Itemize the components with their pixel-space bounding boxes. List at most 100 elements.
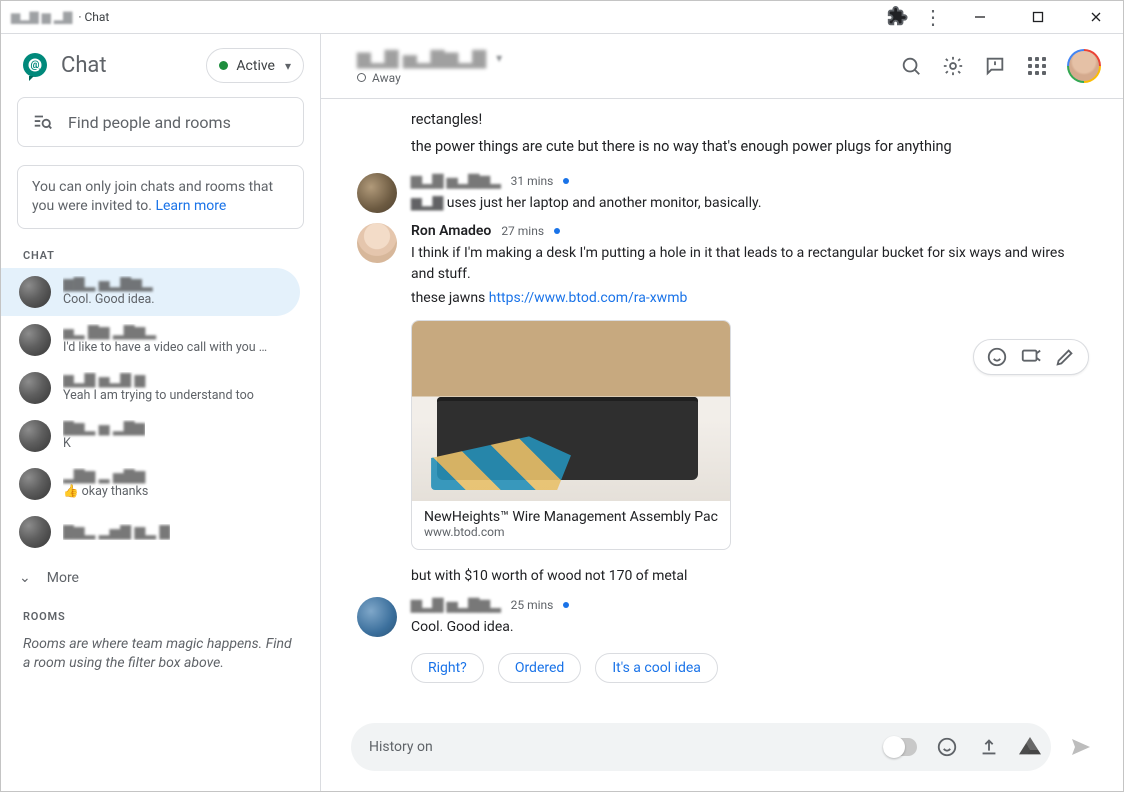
chat-list-item[interactable]: ▆▂▇ ▅▂▇ ▆ Yeah I am trying to understand… (1, 364, 320, 412)
presence-status[interactable]: Active ▾ (206, 48, 304, 83)
chat-item-name-blurred: ▇▆▂ ▂▅▇ ▆▂ ▇ (63, 524, 170, 540)
avatar (19, 468, 51, 500)
title-name-blurred: ▆▂▇ ▆ ▂▇ (11, 10, 72, 24)
chat-item-name-blurred: ▅▂ ▇▆ ▂▇▆▂ (63, 324, 273, 340)
away-ring-icon (357, 73, 366, 82)
kebab-icon[interactable]: ⋮ (921, 5, 945, 29)
avatar (19, 324, 51, 356)
name-blurred: ▆▂▇ (411, 195, 443, 211)
rooms-info: Rooms are where team magic happens. Find… (1, 629, 320, 683)
message-author-blurred: ▆▂▇ ▅▂▇▆▂ (411, 173, 501, 189)
history-toggle[interactable]: 🕑 (883, 738, 917, 756)
link-preview-title: NewHeights™ Wire Management Assembly Pac… (424, 509, 718, 525)
chat-item-name-blurred: ▆▇▂ ▅▂▇▆▂ (63, 276, 155, 292)
feedback-icon[interactable] (983, 54, 1007, 78)
maximize-button[interactable] (1015, 1, 1061, 34)
chat-item-name-blurred: ▂▇▆ ▂ ▅▇▆ (63, 468, 148, 484)
search-list-icon (32, 111, 54, 133)
status-dot-icon (219, 61, 228, 70)
status-label: Active (236, 58, 275, 74)
message-row: Ron Amadeo 27 mins I think if I'm making… (357, 223, 1089, 586)
main-pane: ▆▂▇ ▅▂▇▆▂▇ ▾ Away (321, 34, 1123, 791)
smart-reply-chip[interactable]: Ordered (498, 653, 582, 683)
avatar (357, 223, 397, 263)
title-suffix: · Chat (78, 10, 109, 24)
chevron-down-icon: ⌄ (19, 570, 31, 586)
unread-dot-icon (563, 602, 569, 608)
message-author: Ron Amadeo (411, 223, 491, 239)
section-label-rooms: ROOMS (1, 600, 320, 629)
app-title: Chat (61, 53, 107, 78)
message-text: these jawns https://www.btod.com/ra-xwmb (411, 288, 1089, 308)
send-icon[interactable] (1069, 735, 1093, 759)
chat-item-preview: Cool. Good idea. (63, 292, 155, 307)
chat-list-item[interactable]: ▆▇▂ ▅▂▇▆▂ Cool. Good idea. (1, 268, 300, 316)
message-hover-actions (973, 339, 1089, 375)
conversation-header: ▆▂▇ ▅▂▇▆▂▇ ▾ Away (321, 34, 1123, 99)
chat-item-preview: K (63, 436, 145, 451)
clock-icon: 🕑 (886, 739, 900, 752)
chat-item-preview: 👍 okay thanks (63, 484, 148, 499)
message-link[interactable]: https://www.btod.com/ra-xwmb (489, 290, 688, 306)
message-text: but with $10 worth of wood not 170 of me… (411, 566, 1089, 586)
close-button[interactable] (1073, 1, 1119, 34)
chat-list-item[interactable]: ▂▇▆ ▂ ▅▇▆ 👍 okay thanks (1, 460, 320, 508)
invite-notice: You can only join chats and rooms that y… (17, 165, 304, 229)
message-time: 31 mins (511, 174, 554, 188)
chat-list-item[interactable]: ▇▆▂ ▅ ▂▇▆ K (1, 412, 320, 460)
search-icon[interactable] (899, 54, 923, 78)
chevron-down-icon[interactable]: ▾ (496, 51, 502, 65)
section-label-chat: CHAT (1, 239, 320, 268)
window: ▆▂▇ ▆ ▂▇ · Chat ⋮ (0, 0, 1124, 792)
message-text: Cool. Good idea. (411, 617, 1089, 637)
avatar (19, 420, 51, 452)
chat-list: ▆▇▂ ▅▂▇▆▂ Cool. Good idea. ▅▂ ▇▆ ▂▇▆▂ I'… (1, 268, 320, 556)
account-avatar[interactable] (1067, 49, 1101, 83)
forward-icon[interactable] (1020, 346, 1042, 368)
emoji-reaction-icon[interactable] (986, 346, 1008, 368)
avatar (19, 516, 51, 548)
emoji-icon[interactable] (935, 735, 959, 759)
smart-reply-row: Right? Ordered It's a cool idea (357, 641, 1089, 691)
chat-item-name-blurred: ▆▂▇ ▅▂▇ ▆ (63, 372, 254, 388)
more-button[interactable]: ⌄ More (1, 556, 320, 600)
learn-more-link[interactable]: Learn more (155, 198, 226, 214)
unread-dot-icon (563, 178, 569, 184)
avatar (357, 173, 397, 213)
link-preview-card[interactable]: NewHeights™ Wire Management Assembly Pac… (411, 320, 731, 550)
chat-item-name-blurred: ▇▆▂ ▅ ▂▇▆ (63, 420, 145, 436)
apps-grid-icon[interactable] (1025, 54, 1049, 78)
extension-icon[interactable] (885, 5, 909, 29)
upload-icon[interactable] (977, 735, 1001, 759)
edit-icon[interactable] (1054, 346, 1076, 368)
avatar (357, 597, 397, 637)
google-drive-icon[interactable] (1019, 737, 1041, 757)
search-input[interactable]: Find people and rooms (17, 97, 304, 147)
search-placeholder: Find people and rooms (68, 113, 231, 132)
gear-icon[interactable] (941, 54, 965, 78)
minimize-button[interactable] (957, 1, 1003, 34)
chevron-down-icon: ▾ (285, 59, 291, 73)
avatar (19, 276, 51, 308)
conversation-name-blurred: ▆▂▇ ▅▂▇▆▂▇ (357, 48, 486, 69)
message-author-blurred: ▆▂▇ ▅▂▇▆▂ (411, 597, 501, 613)
conversation-scroll[interactable]: rectangles! the power things are cute bu… (321, 99, 1123, 717)
chat-list-item[interactable]: ▇▆▂ ▂▅▇ ▆▂ ▇ (1, 508, 320, 556)
message-text: ▆▂▇ uses just her laptop and another mon… (411, 193, 1089, 213)
sidebar: @ Chat Active ▾ Find (1, 34, 321, 791)
composer-placeholder: History on (369, 739, 433, 755)
smart-reply-chip[interactable]: Right? (411, 653, 484, 683)
message-time: 27 mins (501, 224, 544, 238)
window-titlebar: ▆▂▇ ▆ ▂▇ · Chat ⋮ (1, 1, 1123, 34)
avatar (19, 372, 51, 404)
message-text: the power things are cute but there is n… (411, 136, 1089, 157)
chat-list-item[interactable]: ▅▂ ▇▆ ▂▇▆▂ I'd like to have a video call… (1, 316, 320, 364)
chat-item-preview: I'd like to have a video call with you o… (63, 340, 273, 355)
message-text: I think if I'm making a desk I'm putting… (411, 243, 1089, 284)
unread-dot-icon (554, 228, 560, 234)
message-time: 25 mins (511, 598, 554, 612)
message-composer[interactable]: History on 🕑 (351, 723, 1051, 771)
smart-reply-chip[interactable]: It's a cool idea (595, 653, 718, 683)
presence-text: Away (372, 71, 401, 85)
chat-logo: @ (19, 50, 51, 82)
